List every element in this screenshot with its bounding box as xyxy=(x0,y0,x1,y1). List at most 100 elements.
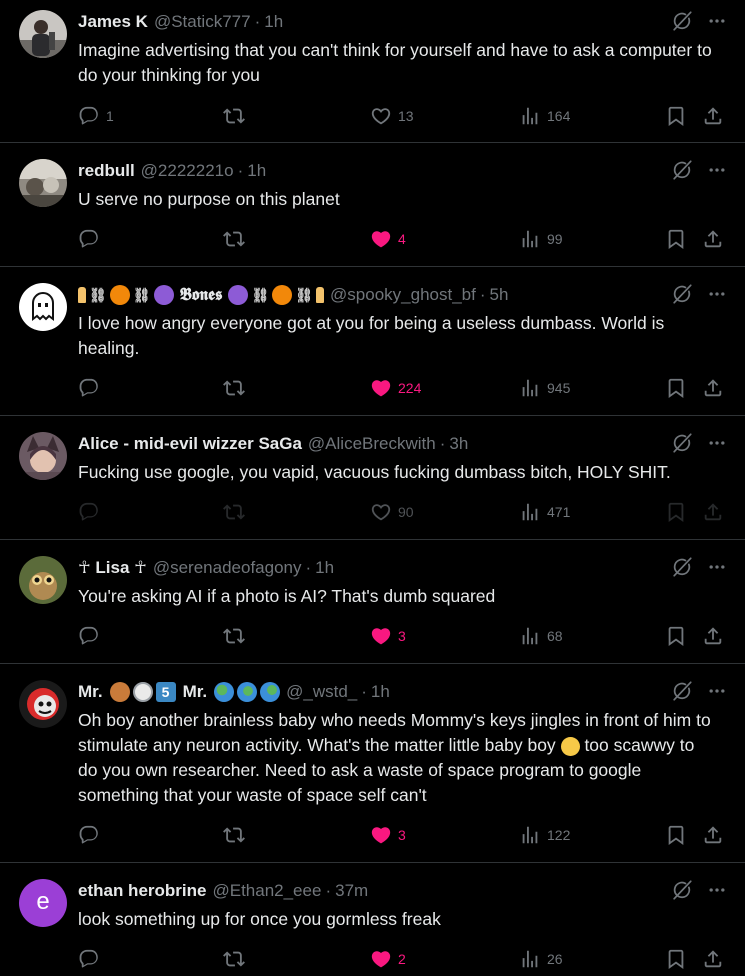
views-button[interactable]: 26 xyxy=(519,947,563,971)
grok-icon[interactable] xyxy=(671,879,693,901)
timestamp[interactable]: 37m xyxy=(335,880,368,902)
share-button[interactable] xyxy=(702,376,724,400)
share-button[interactable] xyxy=(702,823,724,847)
like-button[interactable]: 13 xyxy=(370,104,414,128)
views-button[interactable]: 122 xyxy=(519,823,570,847)
tweet[interactable]: ⛓ ⛓ 𝕭𝖔𝖓𝖊𝖘 ⛓ ⛓ @spooky_ghost_bf · 5h I lo… xyxy=(0,267,745,416)
retweet-button[interactable] xyxy=(223,104,245,128)
grok-icon[interactable] xyxy=(671,556,693,578)
analytics-icon xyxy=(519,228,541,250)
user-handle[interactable]: @serenadeofagony xyxy=(153,557,302,579)
grok-icon[interactable] xyxy=(671,432,693,454)
timestamp[interactable]: 5h xyxy=(490,284,509,306)
more-options-icon[interactable] xyxy=(707,880,727,900)
display-name[interactable]: James K xyxy=(78,11,148,33)
like-button[interactable]: 3 xyxy=(370,823,406,847)
more-options-icon[interactable] xyxy=(707,284,727,304)
user-handle[interactable]: @AliceBreckwith xyxy=(308,433,436,455)
share-button[interactable] xyxy=(702,947,724,971)
retweet-button[interactable] xyxy=(223,227,245,251)
bookmark-button[interactable] xyxy=(665,104,687,128)
like-button[interactable]: 3 xyxy=(370,624,406,648)
display-name[interactable]: ⛓ ⛓ 𝕭𝖔𝖓𝖊𝖘 ⛓ ⛓ xyxy=(78,284,325,306)
action-bar: 90 471 xyxy=(78,500,728,524)
grok-icon[interactable] xyxy=(671,10,693,32)
bookmark-button[interactable] xyxy=(665,823,687,847)
more-options-icon[interactable] xyxy=(707,681,727,701)
display-name[interactable]: ethan herobrine xyxy=(78,880,206,902)
retweet-button[interactable] xyxy=(223,376,245,400)
more-options-icon[interactable] xyxy=(707,557,727,577)
tweet[interactable]: James K @Statick777 · 1h Imagine adverti… xyxy=(0,0,745,143)
analytics-icon xyxy=(519,377,541,399)
bookmark-icon xyxy=(665,501,687,523)
share-button[interactable] xyxy=(702,500,724,524)
views-button[interactable]: 945 xyxy=(519,376,570,400)
avatar[interactable] xyxy=(19,432,67,480)
like-button[interactable]: 224 xyxy=(370,376,421,400)
tweet[interactable]: Alice - mid-evil wizzer SaGa @AliceBreck… xyxy=(0,416,745,540)
share-button[interactable] xyxy=(702,624,724,648)
reply-button[interactable]: 1 xyxy=(78,104,114,128)
retweet-button[interactable] xyxy=(223,823,245,847)
tweet[interactable]: redbull @2222221o · 1h U serve no purpos… xyxy=(0,143,745,267)
like-button[interactable]: 4 xyxy=(370,227,406,251)
user-handle[interactable]: @2222221o xyxy=(141,160,234,182)
avatar[interactable] xyxy=(19,556,67,604)
bookmark-button[interactable] xyxy=(665,624,687,648)
display-name[interactable]: ☥ Lisa ☥ xyxy=(78,557,147,579)
views-button[interactable]: 471 xyxy=(519,500,570,524)
avatar[interactable] xyxy=(19,10,67,58)
retweet-button[interactable] xyxy=(223,500,245,524)
bookmark-button[interactable] xyxy=(665,500,687,524)
views-button[interactable]: 99 xyxy=(519,227,563,251)
reply-button[interactable] xyxy=(78,624,100,648)
action-bar: 1 13 164 xyxy=(78,104,728,128)
views-button[interactable]: 68 xyxy=(519,624,563,648)
user-handle[interactable]: @_wstd_ xyxy=(286,681,357,703)
retweet-button[interactable] xyxy=(223,947,245,971)
reply-button[interactable] xyxy=(78,500,100,524)
bookmark-button[interactable] xyxy=(665,376,687,400)
bookmark-icon xyxy=(665,824,687,846)
like-button[interactable]: 2 xyxy=(370,947,406,971)
like-button[interactable]: 90 xyxy=(370,500,414,524)
chain-emoji-icon: ⛓ xyxy=(295,287,314,303)
reply-button[interactable] xyxy=(78,823,100,847)
grok-icon[interactable] xyxy=(671,159,693,181)
avatar[interactable]: e xyxy=(19,879,67,927)
reply-button[interactable] xyxy=(78,227,100,251)
grok-icon[interactable] xyxy=(671,680,693,702)
reply-button[interactable] xyxy=(78,376,100,400)
timestamp[interactable]: 3h xyxy=(449,433,468,455)
avatar[interactable] xyxy=(19,680,67,728)
timestamp[interactable]: 1h xyxy=(315,557,334,579)
more-options-icon[interactable] xyxy=(707,160,727,180)
tweet[interactable]: ☥ Lisa ☥ @serenadeofagony · 1h You're as… xyxy=(0,540,745,664)
like-count: 4 xyxy=(398,231,406,247)
display-name[interactable]: Mr. 5 Mr. xyxy=(78,681,281,703)
share-button[interactable] xyxy=(702,227,724,251)
grok-icon[interactable] xyxy=(671,283,693,305)
avatar[interactable] xyxy=(19,159,67,207)
tweet[interactable]: Mr. 5 Mr. @_wstd_ · 1h Oh boy another br… xyxy=(0,664,745,863)
user-handle[interactable]: @Ethan2_eee xyxy=(212,880,321,902)
tweet[interactable]: e ethan herobrine @Ethan2_eee · 37m look… xyxy=(0,863,745,976)
display-name[interactable]: Alice - mid-evil wizzer SaGa xyxy=(78,433,302,455)
tweet-text: I love how angry everyone got at you for… xyxy=(78,313,670,358)
retweet-button[interactable] xyxy=(223,624,245,648)
timestamp[interactable]: 1h xyxy=(247,160,266,182)
bookmark-button[interactable] xyxy=(665,227,687,251)
reply-button[interactable] xyxy=(78,947,100,971)
more-options-icon[interactable] xyxy=(707,11,727,31)
user-handle[interactable]: @spooky_ghost_bf xyxy=(330,284,476,306)
timestamp[interactable]: 1h xyxy=(371,681,390,703)
bookmark-button[interactable] xyxy=(665,947,687,971)
timestamp[interactable]: 1h xyxy=(264,11,283,33)
views-button[interactable]: 164 xyxy=(519,104,570,128)
user-handle[interactable]: @Statick777 xyxy=(154,11,251,33)
display-name[interactable]: redbull xyxy=(78,160,135,182)
more-options-icon[interactable] xyxy=(707,433,727,453)
avatar[interactable] xyxy=(19,283,67,331)
share-button[interactable] xyxy=(702,104,724,128)
